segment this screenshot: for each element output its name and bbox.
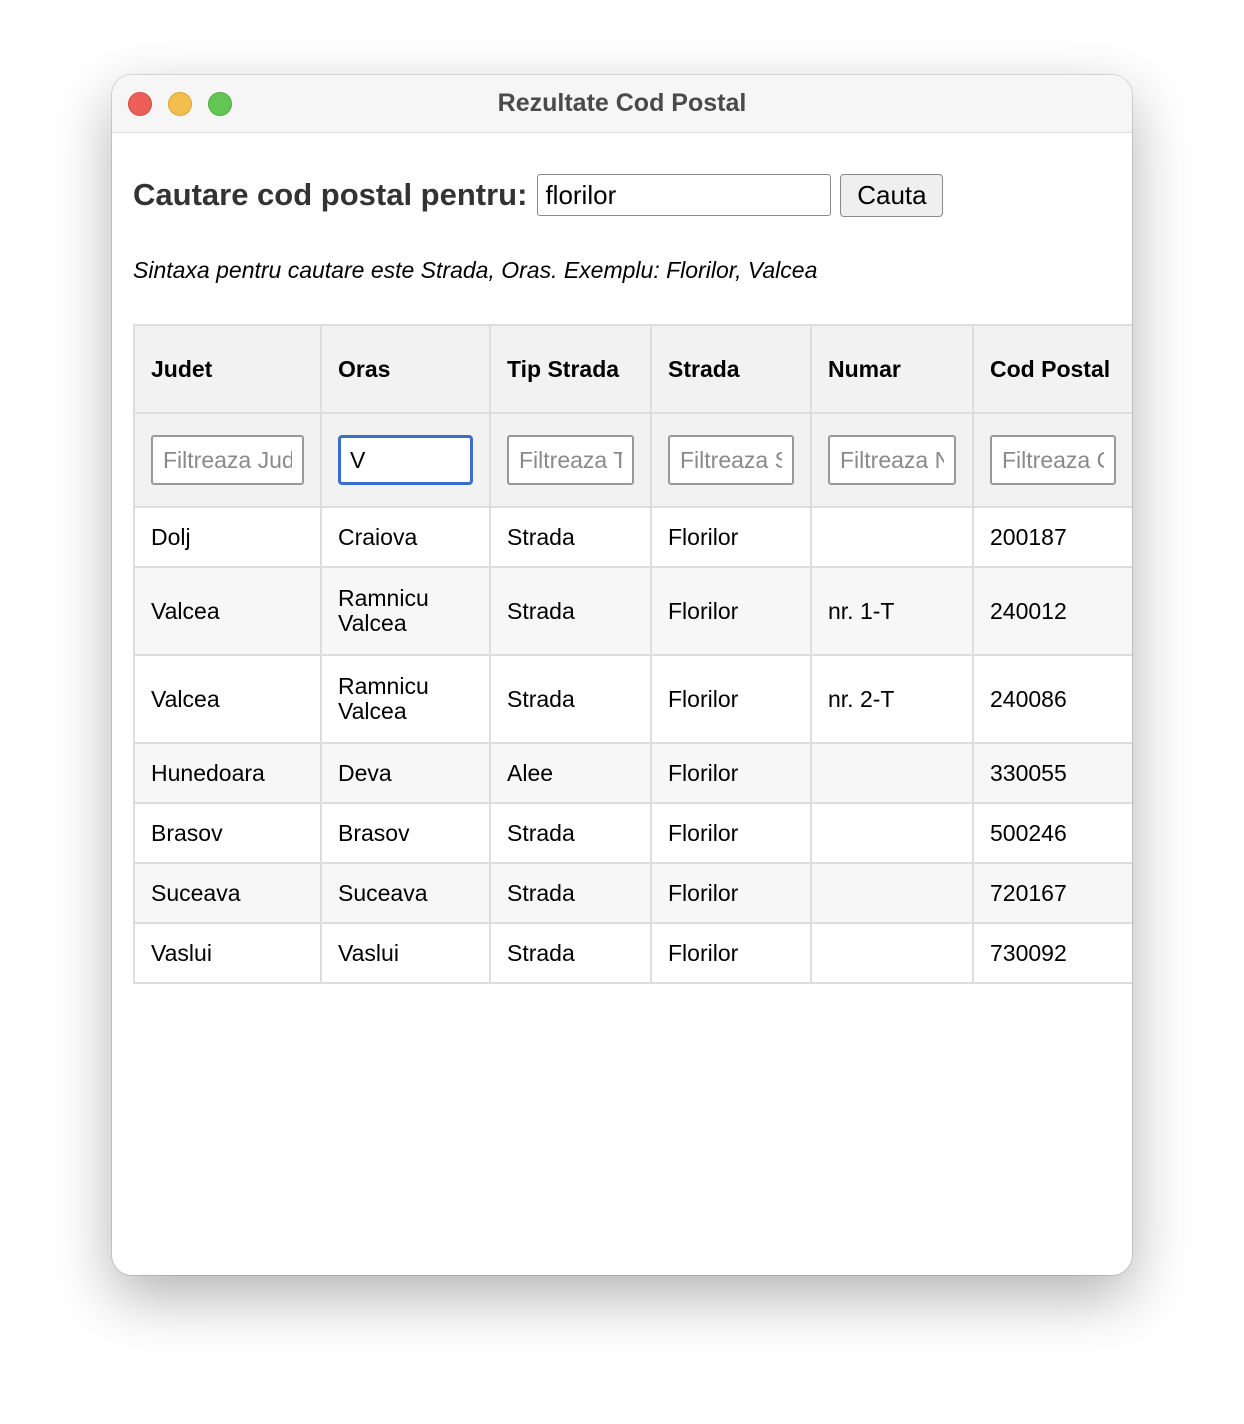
table-row: Brasov Brasov Strada Florilor 500246 xyxy=(133,802,1132,864)
cell-judet: Vaslui xyxy=(133,922,322,984)
cell-tip-strada: Strada xyxy=(489,802,652,864)
cell-cod-postal: 500246 xyxy=(972,802,1132,864)
cell-judet: Dolj xyxy=(133,506,322,568)
cell-cod-postal: 240012 xyxy=(972,566,1132,656)
filter-row xyxy=(133,412,1132,508)
table-row: Valcea Ramnicu Valcea Strada Florilor nr… xyxy=(133,654,1132,744)
cell-numar xyxy=(810,506,974,568)
cell-numar xyxy=(810,862,974,924)
cell-strada: Florilor xyxy=(650,742,812,804)
cell-tip-strada: Strada xyxy=(489,922,652,984)
cell-oras: Vaslui xyxy=(320,922,491,984)
cell-oras: Craiova xyxy=(320,506,491,568)
results-table: Judet Oras Tip Strada Strada Numar Cod P… xyxy=(133,324,1132,984)
search-input[interactable] xyxy=(537,174,832,216)
cell-cod-postal: 330055 xyxy=(972,742,1132,804)
cell-numar xyxy=(810,802,974,864)
cell-strada: Florilor xyxy=(650,566,812,656)
app-window: Rezultate Cod Postal Cautare cod postal … xyxy=(112,75,1132,1275)
filter-cell xyxy=(133,412,322,508)
cell-numar: nr. 1-T xyxy=(810,566,974,656)
cell-tip-strada: Alee xyxy=(489,742,652,804)
filter-oras-input[interactable] xyxy=(338,435,473,485)
cell-numar xyxy=(810,922,974,984)
cell-cod-postal: 240086 xyxy=(972,654,1132,744)
header-cod-postal[interactable]: Cod Postal xyxy=(972,324,1132,414)
cell-oras: Deva xyxy=(320,742,491,804)
search-bar: Cautare cod postal pentru: Cauta xyxy=(133,173,944,217)
cell-tip-strada: Strada xyxy=(489,566,652,656)
filter-cell xyxy=(489,412,652,508)
filter-cell xyxy=(320,412,491,508)
cell-cod-postal: 200187 xyxy=(972,506,1132,568)
header-numar[interactable]: Numar xyxy=(810,324,974,414)
table-row: Hunedoara Deva Alee Florilor 330055 xyxy=(133,742,1132,804)
cell-oras: Brasov xyxy=(320,802,491,864)
cell-oras: Suceava xyxy=(320,862,491,924)
table-header-row: Judet Oras Tip Strada Strada Numar Cod P… xyxy=(133,324,1132,414)
cell-numar xyxy=(810,742,974,804)
cell-strada: Florilor xyxy=(650,922,812,984)
cell-tip-strada: Strada xyxy=(489,506,652,568)
cell-strada: Florilor xyxy=(650,802,812,864)
filter-cod-postal-input[interactable] xyxy=(990,435,1116,485)
cell-cod-postal: 730092 xyxy=(972,922,1132,984)
search-hint: Sintaxa pentru cautare este Strada, Oras… xyxy=(133,257,818,283)
cell-judet: Valcea xyxy=(133,566,322,656)
header-judet[interactable]: Judet xyxy=(133,324,322,414)
cell-judet: Hunedoara xyxy=(133,742,322,804)
table-row: Vaslui Vaslui Strada Florilor 730092 xyxy=(133,922,1132,984)
cell-oras: Ramnicu Valcea xyxy=(320,654,491,744)
cell-cod-postal: 720167 xyxy=(972,862,1132,924)
cell-tip-strada: Strada xyxy=(489,654,652,744)
cell-judet: Brasov xyxy=(133,802,322,864)
search-button[interactable]: Cauta xyxy=(840,173,944,217)
header-oras[interactable]: Oras xyxy=(320,324,491,414)
header-tip-strada[interactable]: Tip Strada xyxy=(489,324,652,414)
title-bar: Rezultate Cod Postal xyxy=(112,75,1132,133)
cell-judet: Suceava xyxy=(133,862,322,924)
filter-judet-input[interactable] xyxy=(151,435,304,485)
filter-strada-input[interactable] xyxy=(668,435,794,485)
cell-oras: Ramnicu Valcea xyxy=(320,566,491,656)
cell-tip-strada: Strada xyxy=(489,862,652,924)
table-row: Valcea Ramnicu Valcea Strada Florilor nr… xyxy=(133,566,1132,656)
cell-strada: Florilor xyxy=(650,654,812,744)
filter-cell xyxy=(810,412,974,508)
cell-judet: Valcea xyxy=(133,654,322,744)
window-title: Rezultate Cod Postal xyxy=(497,89,747,117)
cell-strada: Florilor xyxy=(650,862,812,924)
filter-cell xyxy=(650,412,812,508)
cell-numar: nr. 2-T xyxy=(810,654,974,744)
table-row: Suceava Suceava Strada Florilor 720167 xyxy=(133,862,1132,924)
search-label: Cautare cod postal pentru: xyxy=(133,177,528,212)
cell-strada: Florilor xyxy=(650,506,812,568)
header-strada[interactable]: Strada xyxy=(650,324,812,414)
filter-cell xyxy=(972,412,1132,508)
filter-tip-strada-input[interactable] xyxy=(507,435,634,485)
table-row: Dolj Craiova Strada Florilor 200187 xyxy=(133,506,1132,568)
filter-numar-input[interactable] xyxy=(828,435,956,485)
